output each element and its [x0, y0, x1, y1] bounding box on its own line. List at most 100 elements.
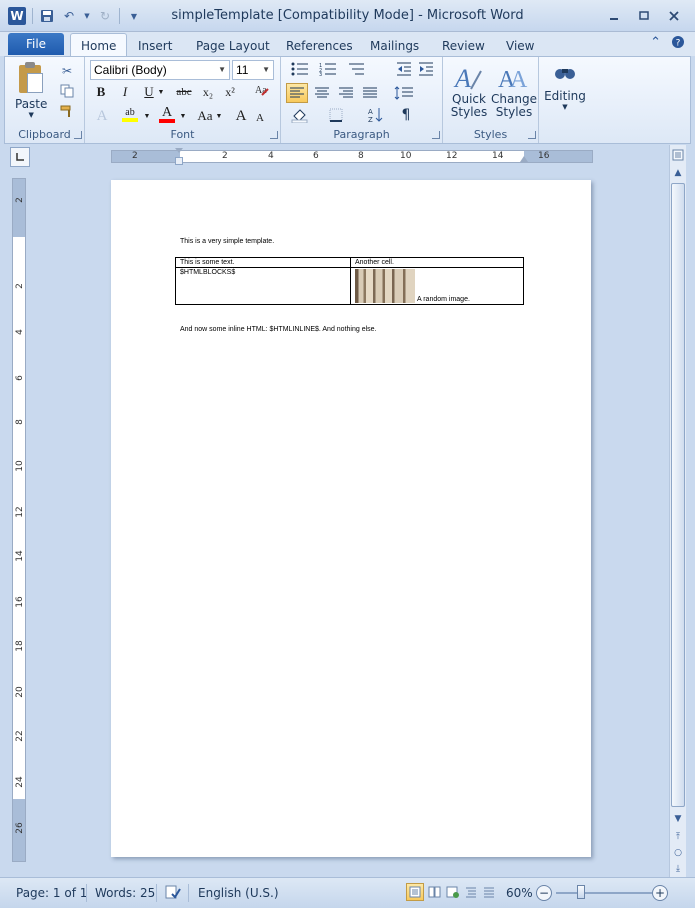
zoom-slider-thumb[interactable]	[577, 885, 585, 899]
tab-home[interactable]: Home	[70, 33, 128, 57]
line-spacing-icon[interactable]	[393, 85, 415, 101]
zoom-out-button[interactable]: −	[536, 885, 552, 901]
align-center-button[interactable]	[313, 85, 331, 101]
decrease-indent-icon[interactable]	[395, 61, 413, 77]
quick-styles-button[interactable]: A Quick Styles	[447, 61, 491, 119]
document-table[interactable]: This is some text. Another cell. $HTMLBL…	[175, 257, 524, 305]
strikethrough-button[interactable]: abc	[173, 83, 195, 101]
numbering-icon[interactable]: 123	[317, 61, 339, 77]
table-cell[interactable]: This is some text.	[175, 257, 351, 268]
cut-icon[interactable]: ✂	[59, 63, 75, 79]
italic-button[interactable]: I	[117, 83, 133, 101]
language-indicator[interactable]: English (U.S.)	[198, 886, 279, 900]
underline-button[interactable]: U	[141, 83, 157, 101]
undo-icon[interactable]: ↶	[61, 8, 77, 24]
font-family-select[interactable]: Calibri (Body) ▼	[90, 60, 230, 80]
justify-button[interactable]	[361, 85, 379, 101]
document-page[interactable]: This is a very simple template. This is …	[111, 180, 591, 857]
font-color-button[interactable]: A	[157, 105, 177, 123]
clipboard-launcher-icon[interactable]	[74, 131, 82, 139]
paste-dropdown-icon[interactable]: ▼	[29, 111, 34, 119]
web-layout-view-button[interactable]	[444, 883, 462, 901]
vertical-ruler[interactable]: 2 2 4 6 8 10 12 14 16 18 20 22 24 26	[12, 178, 26, 862]
restore-button[interactable]	[631, 6, 657, 26]
tab-review[interactable]: Review	[442, 36, 485, 56]
previous-page-icon[interactable]: ⤒	[670, 829, 686, 845]
shading-icon[interactable]	[289, 107, 311, 123]
font-size-select[interactable]: 11 ▼	[232, 60, 274, 80]
paragraph-1[interactable]: This is a very simple template.	[180, 238, 274, 245]
save-icon[interactable]	[39, 8, 55, 24]
customize-qat-icon[interactable]: ▼	[126, 8, 142, 24]
horizontal-ruler[interactable]: 2 2 4 6 8 10 12 14 16	[111, 148, 593, 165]
close-button[interactable]	[661, 6, 687, 26]
paragraph-launcher-icon[interactable]	[432, 131, 440, 139]
text-effects-button[interactable]: A	[93, 107, 111, 125]
right-indent-marker[interactable]	[520, 156, 528, 162]
scroll-down-icon[interactable]: ▼	[670, 811, 686, 827]
borders-icon[interactable]	[325, 107, 347, 123]
bold-button[interactable]: B	[93, 83, 109, 101]
zoom-slider-track[interactable]	[556, 892, 652, 894]
scroll-up-icon[interactable]: ▲	[670, 165, 686, 181]
editing-button[interactable]: Editing ▼	[543, 61, 587, 111]
format-painter-icon[interactable]	[59, 103, 75, 119]
full-screen-reading-view-button[interactable]	[426, 883, 444, 901]
left-indent-marker[interactable]	[175, 157, 183, 165]
print-layout-view-button[interactable]	[406, 883, 424, 901]
zoom-in-button[interactable]: +	[652, 885, 668, 901]
collapse-ribbon-icon[interactable]: ⌃	[650, 35, 661, 53]
tab-view[interactable]: View	[506, 36, 534, 56]
font-launcher-icon[interactable]	[270, 131, 278, 139]
paste-button[interactable]: Paste ▼	[15, 61, 47, 119]
pilcrow-icon[interactable]: ¶	[397, 107, 415, 123]
increase-indent-icon[interactable]	[417, 61, 435, 77]
table-cell[interactable]: Another cell.	[350, 257, 524, 268]
align-left-button[interactable]	[286, 83, 308, 103]
shrink-font-button[interactable]: A	[253, 109, 267, 127]
sort-icon[interactable]: AZ	[367, 107, 385, 123]
tab-references[interactable]: References	[286, 36, 353, 56]
view-ruler-icon[interactable]	[670, 147, 686, 163]
redo-icon[interactable]: ↻	[97, 8, 113, 24]
draft-view-button[interactable]	[480, 883, 498, 901]
select-browse-object-icon[interactable]: ○	[670, 845, 686, 861]
help-icon[interactable]: ?	[671, 35, 685, 53]
underline-dropdown-icon[interactable]: ▼	[157, 83, 165, 101]
grow-font-button[interactable]: A	[233, 107, 249, 125]
highlight-dropdown-icon[interactable]: ▼	[143, 107, 151, 125]
subscript-button[interactable]: x₂	[199, 83, 217, 101]
bullets-icon[interactable]	[289, 61, 311, 77]
clear-formatting-icon[interactable]: Aa	[251, 81, 271, 99]
font-color-dropdown-icon[interactable]: ▼	[179, 107, 187, 125]
tab-file[interactable]: File	[8, 33, 64, 55]
change-case-dropdown-icon[interactable]: ▼	[215, 107, 223, 125]
table-cell[interactable]: A random image.	[350, 267, 524, 305]
table-cell[interactable]: $HTMLBLOCKS$	[175, 267, 351, 305]
paragraph-2[interactable]: And now some inline HTML: $HTMLINLINE$. …	[180, 326, 377, 333]
columns-image[interactable]	[355, 269, 415, 303]
minimize-button[interactable]	[601, 6, 627, 26]
tab-selector-button[interactable]	[10, 147, 30, 167]
tab-mailings[interactable]: Mailings	[370, 36, 419, 56]
first-line-indent-marker[interactable]	[175, 148, 183, 153]
align-right-button[interactable]	[337, 85, 355, 101]
highlight-button[interactable]: ab	[119, 105, 141, 123]
outline-view-button[interactable]	[462, 883, 480, 901]
tab-insert[interactable]: Insert	[138, 36, 172, 56]
multilevel-list-icon[interactable]	[345, 61, 367, 77]
change-styles-button[interactable]: AA Change Styles	[491, 61, 537, 119]
proofing-icon[interactable]	[164, 883, 182, 901]
word-count[interactable]: Words: 25	[95, 886, 155, 900]
tab-page-layout[interactable]: Page Layout	[196, 36, 270, 56]
copy-icon[interactable]	[59, 83, 75, 99]
zoom-level[interactable]: 60%	[506, 886, 533, 900]
superscript-button[interactable]: x²	[221, 83, 239, 101]
change-case-button[interactable]: Aa	[193, 107, 217, 125]
scroll-thumb[interactable]	[671, 183, 685, 807]
next-page-icon[interactable]: ⤓	[670, 861, 686, 877]
undo-dropdown-icon[interactable]: ▼	[83, 8, 91, 24]
page-count[interactable]: Page: 1 of 1	[16, 886, 87, 900]
word-app-icon[interactable]: W	[8, 7, 26, 25]
styles-launcher-icon[interactable]	[528, 131, 536, 139]
